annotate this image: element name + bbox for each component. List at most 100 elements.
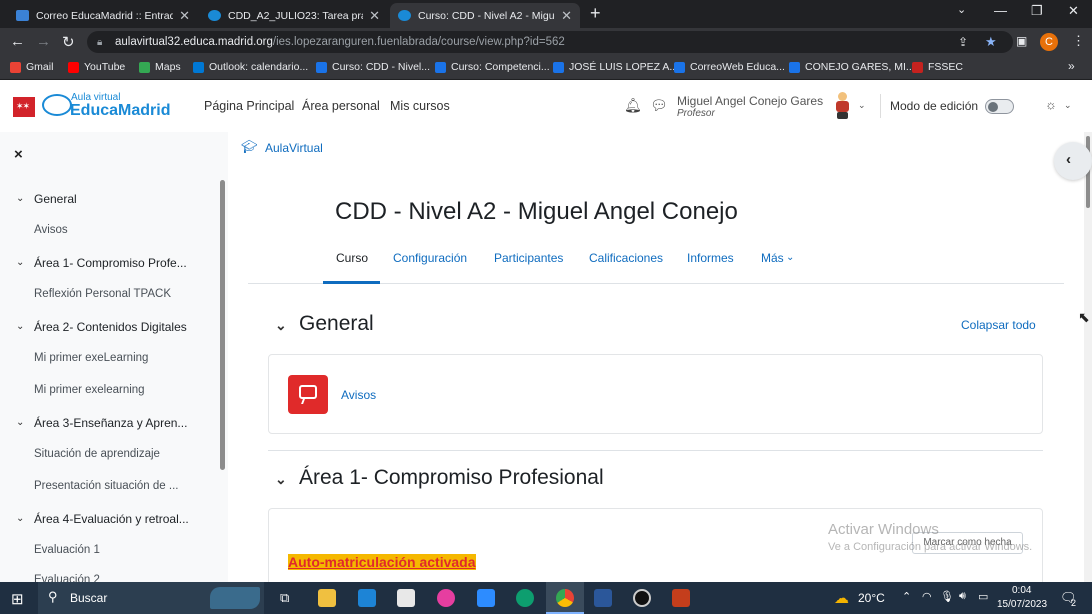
file-explorer-icon[interactable]: [318, 589, 336, 607]
sidebar-section-area3[interactable]: Área 3-Enseñanza y Apren...: [34, 416, 187, 430]
nav-pagina-principal[interactable]: Página Principal: [204, 99, 294, 113]
tab-curso[interactable]: Curso: [336, 251, 368, 265]
section-title-area1[interactable]: Área 1- Compromiso Profesional: [299, 466, 604, 490]
bookmark-curso-competencia[interactable]: Curso: Competenci...: [435, 61, 550, 73]
battery-icon[interactable]: ▭: [978, 590, 988, 603]
sidebar-section-area2[interactable]: Área 2- Contenidos Digitales: [34, 320, 187, 334]
windows-start-icon[interactable]: ⊞: [11, 590, 24, 608]
share-icon[interactable]: ⇪: [958, 35, 968, 49]
sidebar-item-exelearning-1[interactable]: Mi primer exeLearning: [34, 352, 148, 364]
page-scrollbar[interactable]: [1084, 132, 1092, 582]
close-drawer-icon[interactable]: ×: [14, 146, 23, 163]
close-tab-icon[interactable]: ✕: [561, 8, 572, 24]
chevron-down-icon[interactable]: ⌄: [786, 252, 794, 263]
tab-mas[interactable]: Más: [761, 251, 784, 265]
sidebar-section-area4[interactable]: Área 4-Evaluación y retroal...: [34, 512, 189, 526]
bell-icon[interactable]: 🔔︎: [624, 97, 642, 114]
chevron-down-icon[interactable]: ⌄: [16, 417, 24, 428]
sidebar-item-evaluacion-2[interactable]: Evaluación 2: [34, 574, 100, 582]
avatar[interactable]: [833, 92, 851, 120]
collapse-all-link[interactable]: Colapsar todo: [961, 318, 1036, 332]
new-tab-button[interactable]: +: [590, 3, 601, 24]
nav-area-personal[interactable]: Área personal: [302, 99, 380, 113]
menu-kebab-icon[interactable]: ⋮: [1072, 33, 1085, 49]
edit-mode-toggle[interactable]: [985, 99, 1014, 114]
browser-tab-course[interactable]: Curso: CDD - Nivel A2 - Miguel Á ✕: [390, 3, 580, 28]
sidebar-item-exelearning-2[interactable]: Mi primer exelearning: [34, 384, 145, 396]
bookmark-star-icon[interactable]: ★: [985, 34, 997, 50]
chat-icon[interactable]: 💬︎: [650, 97, 668, 114]
back-icon[interactable]: ←: [10, 33, 25, 50]
address-bar[interactable]: 🔒︎ aulavirtual32.educa.madrid.org /ies.l…: [87, 31, 1013, 53]
close-tab-icon[interactable]: ✕: [179, 8, 190, 24]
user-menu-chevron-icon[interactable]: ⌄: [858, 100, 866, 111]
nav-mis-cursos[interactable]: Mis cursos: [390, 99, 450, 113]
chevron-down-icon[interactable]: ⌄: [16, 193, 24, 204]
breadcrumb[interactable]: AulaVirtual: [265, 141, 323, 155]
bookmark-youtube[interactable]: YouTube: [68, 61, 125, 73]
sidepanel-icon[interactable]: ▣: [1016, 34, 1027, 48]
edge-icon[interactable]: [516, 589, 534, 607]
zoom-icon[interactable]: [477, 589, 495, 607]
more-bookmarks-icon[interactable]: »: [1068, 59, 1075, 73]
sidebar-item-avisos[interactable]: Avisos: [34, 224, 68, 236]
bookmark-curso-cdd[interactable]: Curso: CDD - Nivel...: [316, 61, 430, 73]
minimize-button[interactable]: —: [994, 3, 1007, 18]
bookmark-outlook[interactable]: Outlook: calendario...: [193, 61, 308, 73]
logo-text[interactable]: EducaMadrid: [70, 102, 170, 120]
browser-tab-mail[interactable]: Correo EducaMadrid :: Entrada ✕: [8, 3, 198, 28]
tab-informes[interactable]: Informes: [687, 251, 734, 265]
powerpoint-icon[interactable]: [672, 589, 690, 607]
sidebar-item-reflexion[interactable]: Reflexión Personal TPACK: [34, 288, 171, 300]
taskbar-search-box[interactable]: ⚲ Buscar: [38, 582, 264, 614]
sidebar-section-area1[interactable]: Área 1- Compromiso Profe...: [34, 256, 187, 270]
sidebar-section-general[interactable]: General: [34, 192, 77, 206]
profile-avatar[interactable]: C: [1040, 33, 1058, 51]
reload-icon[interactable]: ↻: [62, 33, 75, 51]
maximize-button[interactable]: ❐: [1031, 3, 1043, 19]
temperature[interactable]: 20°C: [858, 591, 885, 605]
network-icon[interactable]: ◠: [922, 590, 932, 603]
accessibility-chevron-icon[interactable]: ⌄: [1064, 100, 1072, 111]
browser-tab-task[interactable]: CDD_A2_JULIO23: Tarea práctica ✕: [200, 3, 388, 28]
chevron-down-icon[interactable]: ⌄: [16, 257, 24, 268]
bookmark-jose-luis[interactable]: JOSÉ LUIS LOPEZ A...: [553, 61, 678, 73]
close-tab-icon[interactable]: ✕: [369, 8, 380, 24]
clock-date[interactable]: 15/07/2023: [997, 599, 1047, 610]
bookmark-conejo-gares[interactable]: CONEJO GARES, MI...: [789, 61, 915, 73]
accessibility-icon[interactable]: ☼: [1045, 97, 1057, 112]
bookmark-maps[interactable]: Maps: [139, 61, 181, 73]
tab-configuracion[interactable]: Configuración: [393, 251, 467, 265]
microphone-icon[interactable]: 🎙︎: [940, 590, 954, 603]
sidebar-scrollbar[interactable]: [220, 180, 225, 470]
user-name[interactable]: Miguel Angel Conejo Gares: [677, 94, 823, 108]
store-icon[interactable]: [397, 589, 415, 607]
chrome-taskbar-button[interactable]: [546, 582, 584, 614]
section-collapse-chevron-icon[interactable]: ⌄: [275, 471, 287, 488]
bookmark-gmail[interactable]: Gmail: [10, 61, 53, 73]
chevron-down-icon[interactable]: ⌄: [16, 513, 24, 524]
section-title-general[interactable]: General: [299, 312, 374, 336]
section-collapse-chevron-icon[interactable]: ⌄: [275, 317, 287, 334]
activity-link-avisos[interactable]: Avisos: [341, 388, 376, 402]
tab-participantes[interactable]: Participantes: [494, 251, 563, 265]
itunes-icon[interactable]: [437, 589, 455, 607]
sidebar-item-presentacion[interactable]: Presentación situación de ...: [34, 480, 178, 492]
obs-icon[interactable]: [633, 589, 651, 607]
close-window-button[interactable]: ✕: [1068, 3, 1079, 19]
weather-icon[interactable]: ☁: [834, 589, 849, 607]
forward-icon[interactable]: →: [36, 33, 51, 50]
block-drawer-toggle[interactable]: ‹: [1054, 142, 1092, 180]
bookmark-correoweb[interactable]: CorreoWeb Educa...: [674, 61, 785, 73]
bookmark-fssec[interactable]: FSSEC: [912, 61, 963, 73]
task-view-icon[interactable]: ⧉: [280, 590, 289, 606]
sidebar-item-evaluacion-1[interactable]: Evaluación 1: [34, 544, 100, 556]
tray-chevron-icon[interactable]: ⌃: [902, 590, 911, 603]
sidebar-item-situacion[interactable]: Situación de aprendizaje: [34, 448, 160, 460]
tab-calificaciones[interactable]: Calificaciones: [589, 251, 663, 265]
tab-search-icon[interactable]: ⌄: [957, 3, 966, 16]
clock-time[interactable]: 0:04: [1012, 585, 1031, 596]
chevron-down-icon[interactable]: ⌄: [16, 321, 24, 332]
volume-icon[interactable]: 🔊︎: [959, 590, 966, 603]
auto-enrol-highlight[interactable]: Auto-matriculación activada: [288, 554, 476, 570]
